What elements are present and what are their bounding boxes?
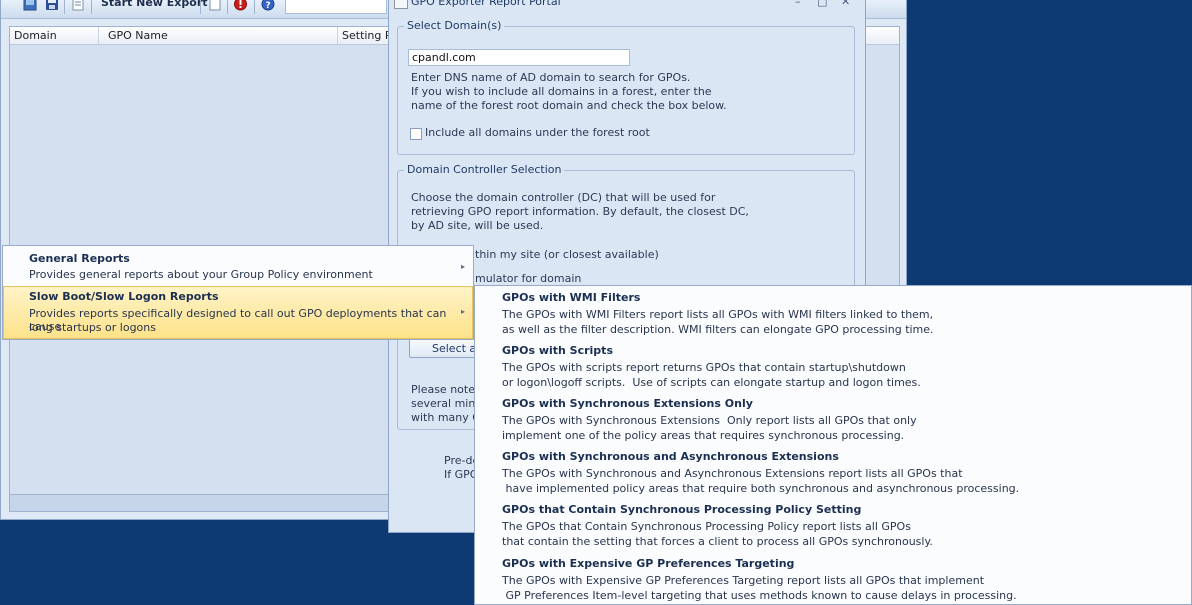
submenu-item-title: GPOs with WMI Filters [502, 291, 641, 304]
submenu-item-description: The GPOs with Synchronous Extensions Onl… [502, 414, 917, 442]
column-header-gpo-name[interactable]: GPO Name [108, 29, 168, 42]
maximize-icon[interactable]: □ [817, 0, 827, 8]
submenu-item-sync-and-async[interactable]: GPOs with Synchronous and Asynchronous E… [502, 450, 1162, 496]
minimize-icon[interactable]: – [795, 0, 801, 8]
dc-option-pdc-label[interactable]: mulator for domain [475, 272, 581, 285]
dc-help-line: by AD site, will be used. [411, 219, 544, 232]
forest-root-checkbox-label: Include all domains under the forest roo… [425, 126, 650, 139]
menu-item-general-reports[interactable]: General Reports Provides general reports… [3, 246, 473, 286]
submenu-item-description: The GPOs with Synchronous and Asynchrono… [502, 467, 1020, 495]
submenu-item-synchronous-only[interactable]: GPOs with Synchronous Extensions Only Th… [502, 397, 1162, 443]
note-line: Please note t [411, 383, 483, 396]
dc-option-site-label[interactable]: thin my site (or closest available) [475, 248, 659, 261]
submenu-item-scripts[interactable]: GPOs with Scripts The GPOs with scripts … [502, 344, 1162, 390]
menu-item-description: long startups or logons [29, 321, 156, 334]
dc-help-line: Choose the domain controller (DC) that w… [411, 191, 716, 204]
column-separator[interactable] [337, 27, 338, 44]
menu-item-slow-boot-logon-reports[interactable]: Slow Boot/Slow Logon Reports Provides re… [3, 286, 473, 339]
toolbar-search-input[interactable] [285, 0, 387, 14]
document-icon[interactable] [71, 0, 85, 11]
column-header-domain[interactable]: Domain [14, 29, 57, 42]
submenu-item-expensive-targeting[interactable]: GPOs with Expensive GP Preferences Targe… [502, 557, 1162, 603]
dialog-title: GPO Exporter Report Portal [411, 0, 561, 8]
toolbar-separator [254, 0, 255, 14]
help-icon[interactable]: ? [261, 0, 275, 11]
toolbar-separator [64, 0, 65, 14]
window-icon [394, 0, 408, 9]
submenu-item-wmi-filters[interactable]: GPOs with WMI Filters The GPOs with WMI … [502, 291, 1162, 337]
save-icon[interactable] [45, 0, 59, 11]
start-new-export-button[interactable]: Start New Export [101, 0, 208, 9]
menu-item-description: Provides general reports about your Grou… [29, 268, 373, 281]
slow-boot-submenu: GPOs with WMI Filters The GPOs with WMI … [474, 285, 1192, 605]
submenu-item-title: GPOs that Contain Synchronous Processing… [502, 503, 862, 516]
domain-help-line: If you wish to include all domains in a … [411, 85, 712, 98]
submenu-item-description: The GPOs with scripts report returns GPO… [502, 361, 921, 389]
stop-icon[interactable] [233, 0, 248, 11]
select-dc-button[interactable]: Select a [409, 338, 479, 358]
submenu-item-description: The GPOs that Contain Synchronous Proces… [502, 520, 933, 548]
domain-help-line: name of the forest root domain and check… [411, 99, 727, 112]
note-line: several minu [411, 397, 483, 410]
domain-help-line: Enter DNS name of AD domain to search fo… [411, 71, 691, 84]
submenu-item-title: GPOs with Scripts [502, 344, 613, 357]
toolbar-separator [91, 0, 92, 14]
column-separator[interactable] [98, 27, 99, 44]
submenu-item-sync-processing-policy[interactable]: GPOs that Contain Synchronous Processing… [502, 503, 1162, 549]
group-label: Domain Controller Selection [404, 163, 565, 176]
svg-text:?: ? [265, 1, 270, 11]
submenu-item-title: GPOs with Expensive GP Preferences Targe… [502, 557, 795, 570]
group-label: Select Domain(s) [404, 19, 505, 32]
forest-root-checkbox[interactable] [410, 128, 422, 140]
close-icon[interactable]: ✕ [841, 0, 850, 8]
submenu-item-title: GPOs with Synchronous Extensions Only [502, 397, 753, 410]
dc-help-line: retrieving GPO report information. By de… [411, 205, 749, 218]
submenu-item-title: GPOs with Synchronous and Asynchronous E… [502, 450, 839, 463]
reports-context-menu: General Reports Provides general reports… [2, 245, 474, 340]
submenu-arrow-icon: ▸ [461, 307, 466, 316]
toolbar-separator [227, 0, 228, 14]
submenu-item-description: The GPOs with WMI Filters report lists a… [502, 308, 934, 336]
domain-input[interactable] [408, 49, 630, 66]
blank-document-icon[interactable] [208, 0, 222, 11]
submenu-item-description: The GPOs with Expensive GP Preferences T… [502, 574, 1017, 602]
grid-icon[interactable] [23, 0, 37, 11]
toolbar-separator [200, 0, 201, 14]
menu-item-title: Slow Boot/Slow Logon Reports [29, 290, 219, 303]
note-line: with many G [411, 411, 481, 424]
menu-item-title: General Reports [29, 252, 130, 265]
submenu-arrow-icon: ▸ [461, 262, 466, 271]
